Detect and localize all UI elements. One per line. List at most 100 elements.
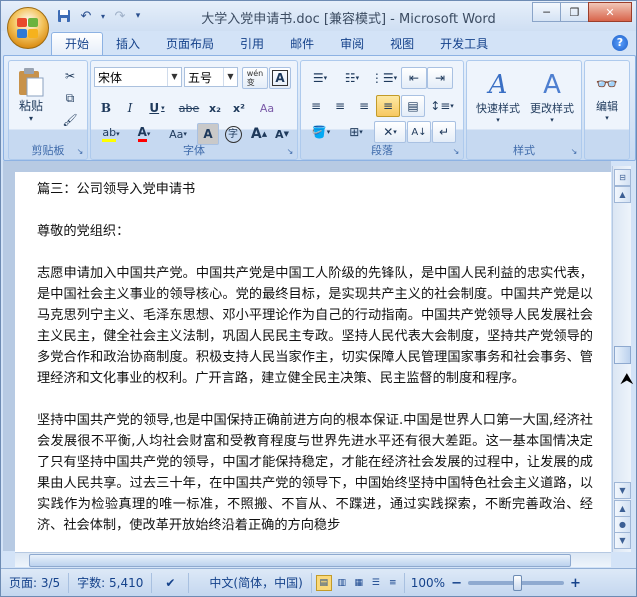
tab-home[interactable]: 开始 — [51, 32, 104, 55]
doc-paragraph[interactable]: 尊敬的党组织： — [37, 221, 593, 242]
grow-font-button[interactable]: A ▲ — [247, 123, 271, 145]
cut-icon[interactable]: ✂ — [59, 65, 81, 87]
restore-button[interactable]: ❐ — [560, 2, 589, 22]
tab-page-layout[interactable]: 页面布局 — [153, 33, 227, 55]
font-name-dropdown-icon[interactable]: ▼ — [167, 68, 181, 86]
scroll-up-button[interactable]: ▲ — [614, 186, 631, 203]
paste-button[interactable]: 粘贴 ▾ — [13, 63, 49, 127]
distributed-button[interactable]: ▤ — [401, 95, 425, 117]
enclose-characters-button[interactable]: A — [269, 67, 291, 89]
subscript-button[interactable]: x₂ — [203, 97, 227, 119]
horizontal-scrollbar[interactable] — [15, 552, 611, 567]
tab-mailings[interactable]: 邮件 — [277, 33, 327, 55]
phonetic-guide-button[interactable]: wén 变 — [242, 67, 268, 89]
horizontal-scroll-thumb[interactable] — [29, 554, 571, 567]
font-color-icon: A — [137, 126, 147, 142]
enclose-char-circle-button[interactable]: 字 — [221, 123, 245, 145]
status-language[interactable]: 中文(简体，中国) — [189, 573, 312, 593]
zoom-slider-knob[interactable] — [512, 575, 522, 591]
paste-icon — [19, 68, 44, 97]
outline-view-icon[interactable]: ☰ — [369, 576, 383, 590]
doc-paragraph[interactable]: 篇三：公司领导入党申请书 — [37, 179, 593, 200]
scroll-down-button[interactable]: ▼ — [614, 482, 631, 499]
clipboard-launcher-icon[interactable]: ↘ — [75, 147, 85, 157]
editing-button[interactable]: 👓 编辑 ▾ — [587, 63, 627, 131]
zoom-level[interactable]: 100% — [405, 576, 451, 590]
doc-paragraph[interactable]: 志愿申请加入中国共产党。中国共产党是中国工人阶级的先锋队，是中国人民利益的忠实代… — [37, 263, 593, 389]
change-case-button[interactable]: Aa ▾ — [161, 123, 195, 145]
line-spacing-button[interactable]: ↕≡ ▾ — [425, 95, 459, 117]
highlight-color-button[interactable]: ab ▾ — [94, 123, 128, 145]
quick-styles-label: 快速样式 — [476, 102, 520, 115]
close-button[interactable]: ✕ — [588, 2, 632, 22]
multilevel-list-button[interactable]: ⋮☰ ▾ — [368, 67, 400, 89]
copy-icon[interactable]: ⧉ — [59, 87, 81, 109]
font-size-combo[interactable]: 五号 ▼ — [184, 67, 238, 87]
bold-button[interactable]: B — [94, 97, 118, 119]
italic-button[interactable]: I — [118, 97, 142, 119]
shading-button[interactable]: 🪣 ▾ — [304, 121, 338, 143]
styles-launcher-icon[interactable]: ↘ — [569, 147, 579, 157]
font-size-dropdown-icon[interactable]: ▼ — [223, 68, 237, 86]
help-icon[interactable]: ? — [612, 35, 628, 51]
quick-styles-button[interactable]: A 快速样式 ▾ — [470, 63, 526, 131]
superscript-button[interactable]: x² — [227, 97, 251, 119]
previous-page-button[interactable]: ▲ — [614, 500, 631, 517]
font-color-dropdown-icon: ▾ — [146, 130, 151, 138]
next-page-button[interactable]: ▼ — [614, 532, 631, 549]
select-browse-object-button[interactable]: ● — [614, 516, 631, 533]
doc-paragraph[interactable]: 坚持中国共产党的领导,也是中国保持正确前进方向的根本保证.中国是世界人口第一大国… — [37, 410, 593, 536]
change-styles-button[interactable]: A 更改样式 ▾ — [525, 63, 579, 131]
font-size-value: 五号 — [188, 71, 213, 85]
tab-review[interactable]: 审阅 — [327, 33, 377, 55]
underline-button[interactable]: U ▾ — [142, 97, 172, 119]
zoom-slider[interactable] — [467, 575, 564, 591]
chinese-layout-button[interactable]: ✕ ▾ — [374, 121, 406, 143]
group-label-font: 字体 — [183, 144, 205, 157]
scroll-thumb[interactable] — [614, 346, 631, 364]
group-paragraph: ☰ ▾ ☷ ▾ ⋮☰ ▾ ⇤ ⇥ ≡ ≡ ≡ ≡ ▤ ↕≡ ▾ 🪣 ▾ ⊞ ▾ ✕ ▾ A↓ … — [300, 60, 464, 160]
document-body[interactable]: 篇三：公司领导入党申请书 尊敬的党组织： 志愿申请加入中国共产党。中国共产党是中… — [37, 179, 593, 536]
sort-button[interactable]: A↓ — [407, 121, 431, 143]
superscript-label: x² — [233, 101, 245, 115]
tab-developer[interactable]: 开发工具 — [427, 33, 501, 55]
vertical-scrollbar[interactable]: ⊟ ▲ ▼ ▲ ● ▼ — [612, 166, 631, 552]
status-page[interactable]: 页面: 3/5 — [1, 573, 70, 593]
zoom-out-button[interactable]: − — [451, 576, 462, 591]
tab-insert[interactable]: 插入 — [103, 33, 153, 55]
ruler-toggle-icon[interactable]: ⊟ — [614, 169, 631, 186]
clear-formatting-button[interactable]: Aa — [254, 97, 280, 119]
minimize-button[interactable]: ─ — [532, 2, 561, 22]
tab-view[interactable]: 视图 — [377, 33, 427, 55]
font-color-button[interactable]: A ▾ — [129, 123, 159, 145]
office-button[interactable] — [7, 7, 49, 49]
show-marks-button[interactable]: ↵ — [432, 121, 456, 143]
numbering-button[interactable]: ☷ ▾ — [336, 67, 368, 89]
group-clipboard: 粘贴 ▾ ✂ ⧉ 🖌 剪贴板 ↘ — [8, 60, 88, 160]
decrease-indent-button[interactable]: ⇤ — [401, 67, 427, 89]
align-center-button[interactable]: ≡ — [328, 95, 352, 117]
web-layout-view-icon[interactable]: ▦ — [352, 576, 366, 590]
shrink-font-button[interactable]: A ▼ — [271, 123, 293, 145]
paragraph-launcher-icon[interactable]: ↘ — [451, 147, 461, 157]
format-painter-icon[interactable]: 🖌 — [59, 109, 81, 131]
increase-indent-button[interactable]: ⇥ — [427, 67, 453, 89]
draft-view-icon[interactable]: ≡ — [386, 576, 400, 590]
phonetic-guide-label: wén 变 — [246, 69, 264, 87]
font-name-combo[interactable]: 宋体 ▼ — [94, 67, 182, 87]
character-shading-button[interactable]: A — [197, 123, 219, 145]
align-right-button[interactable]: ≡ — [352, 95, 376, 117]
strikethrough-button[interactable]: abe — [175, 97, 203, 119]
borders-button[interactable]: ⊞ ▾ — [340, 121, 372, 143]
zoom-in-button[interactable]: + — [570, 576, 581, 591]
status-word-count[interactable]: 字数: 5,410 — [69, 573, 153, 593]
full-screen-reading-view-icon[interactable]: ▥ — [335, 576, 349, 590]
font-launcher-icon[interactable]: ↘ — [285, 147, 295, 157]
print-layout-view-icon[interactable]: ▤ — [315, 575, 332, 591]
bullets-button[interactable]: ☰ ▾ — [304, 67, 336, 89]
editing-label: 编辑 — [596, 100, 618, 113]
align-left-button[interactable]: ≡ — [304, 95, 328, 117]
justify-button[interactable]: ≡ — [376, 95, 400, 117]
spelling-check-icon[interactable]: ✔ — [152, 573, 190, 593]
tab-references[interactable]: 引用 — [227, 33, 277, 55]
